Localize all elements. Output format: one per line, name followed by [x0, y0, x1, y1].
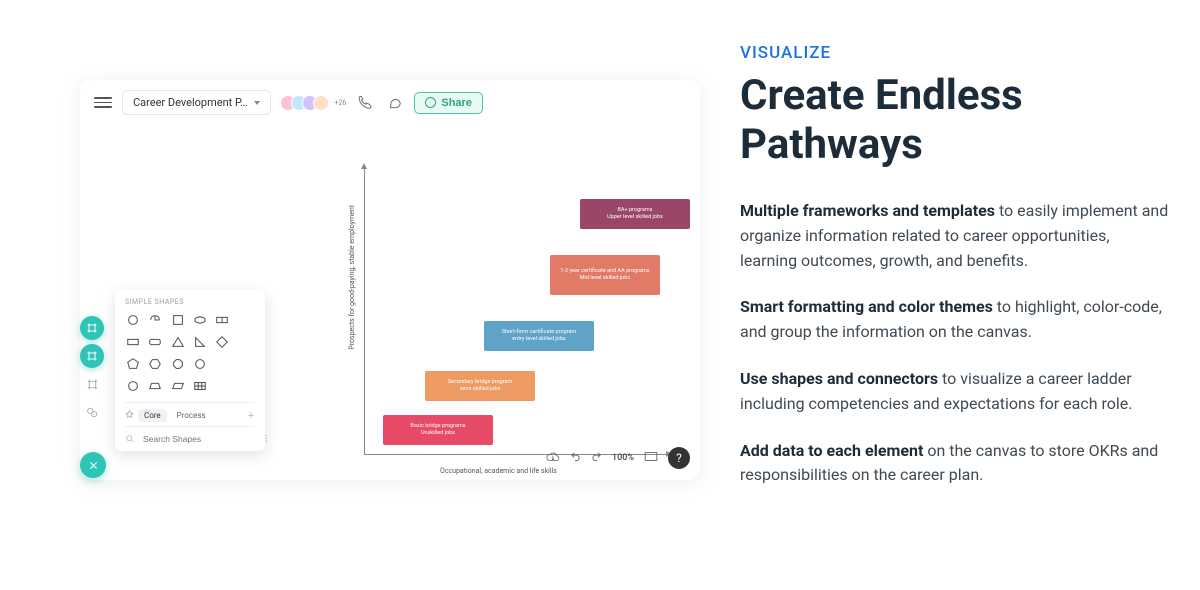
chart-step[interactable]: Secondary bridge programsemi-skilled job…	[425, 371, 535, 401]
marketing-copy: VISUALIZE Create Endless Pathways Multip…	[740, 10, 1170, 580]
close-dock-button[interactable]	[80, 452, 106, 478]
more-icon[interactable]: ⋮	[262, 434, 272, 444]
para-2: Smart formatting and color themes to hig…	[740, 295, 1170, 345]
chart-step[interactable]: Basic bridge programsUnskilled jobs	[383, 415, 493, 445]
shape-square-icon[interactable]	[170, 312, 186, 328]
y-axis	[364, 165, 365, 455]
cloud-sync-icon[interactable]	[546, 451, 560, 466]
search-shapes-input[interactable]	[141, 433, 256, 445]
shape-circle2-icon[interactable]	[192, 356, 208, 372]
frame-tool-button-3[interactable]	[80, 372, 104, 396]
y-axis-label: Prospects for good-paying, stable employ…	[348, 205, 356, 350]
chart-step[interactable]: BA+ programsUpper level skilled jobs	[580, 199, 690, 229]
hamburger-icon[interactable]	[92, 92, 114, 114]
share-label: Share	[441, 97, 472, 109]
shape-table-icon[interactable]	[192, 378, 208, 394]
shape-rect-icon[interactable]	[125, 334, 141, 350]
phone-icon[interactable]	[354, 92, 376, 114]
app-preview: Career Development P… +26	[60, 80, 700, 580]
shapes-panel-title: SIMPLE SHAPES	[125, 298, 255, 306]
app-topbar: Career Development P… +26	[80, 80, 700, 125]
globe-icon	[425, 97, 436, 108]
avatar-overflow-count: +26	[335, 99, 347, 107]
para-4: Add data to each element on the canvas t…	[740, 439, 1170, 489]
headline: Create Endless Pathways	[740, 72, 1170, 169]
comment-icon[interactable]	[384, 92, 406, 114]
shapes-tabs: Core Process ＋	[125, 402, 255, 426]
shape-pentagon-icon[interactable]	[125, 356, 141, 372]
para-3: Use shapes and connectors to visualize a…	[740, 367, 1170, 417]
search-shapes-row: ⋮	[125, 426, 255, 445]
document-title: Career Development P…	[133, 96, 248, 109]
zoom-level[interactable]: 100%	[612, 453, 634, 463]
shapes-grid	[125, 312, 255, 394]
collaborator-avatars[interactable]	[285, 95, 329, 111]
x-axis-label: Occupational, academic and life skills	[440, 467, 557, 475]
para-1: Multiple frameworks and templates to eas…	[740, 199, 1170, 273]
chevron-down-icon	[254, 101, 260, 105]
shape-hexagon-icon[interactable]	[147, 356, 163, 372]
shape-halfbar-icon[interactable]	[214, 312, 230, 328]
shape-circle-icon[interactable]	[125, 312, 141, 328]
eyebrow: VISUALIZE	[740, 40, 1170, 66]
shape-diamond-icon[interactable]	[214, 334, 230, 350]
chart-step[interactable]: Short-form certificate programentry leve…	[484, 321, 594, 351]
tab-process[interactable]: Process	[171, 409, 212, 422]
shape-parallelogram-icon[interactable]	[170, 378, 186, 394]
shape-trapezoid-icon[interactable]	[147, 378, 163, 394]
shapes-dock-icon[interactable]	[80, 400, 104, 424]
frame-tool-button-2[interactable]	[80, 344, 104, 368]
shape-circle3-icon[interactable]	[125, 378, 141, 394]
shapes-panel: SIMPLE SHAPES	[115, 290, 265, 451]
add-tab-button[interactable]: ＋	[247, 410, 255, 421]
document-title-chip[interactable]: Career Development P…	[122, 90, 271, 115]
undo-icon[interactable]	[570, 451, 581, 465]
frame-tool-button[interactable]	[80, 316, 104, 340]
present-icon[interactable]	[644, 451, 658, 465]
canvas-footer: 100% ?	[546, 447, 690, 469]
shape-triangle-icon[interactable]	[170, 334, 186, 350]
help-button[interactable]: ?	[668, 447, 690, 469]
pin-icon[interactable]	[125, 410, 134, 421]
shape-octagon-icon[interactable]	[170, 356, 186, 372]
shape-roundrect-icon[interactable]	[147, 334, 163, 350]
share-button[interactable]: Share	[414, 92, 483, 114]
shape-ellipse-icon[interactable]	[192, 312, 208, 328]
shape-rtriangle-icon[interactable]	[192, 334, 208, 350]
tool-dock	[80, 316, 104, 424]
search-icon	[125, 434, 135, 444]
tab-core[interactable]: Core	[138, 409, 167, 422]
redo-icon[interactable]	[591, 451, 602, 465]
chart-step[interactable]: 1-2 year certificate and AA programsMid …	[550, 255, 660, 295]
shape-arc-icon[interactable]	[147, 312, 163, 328]
